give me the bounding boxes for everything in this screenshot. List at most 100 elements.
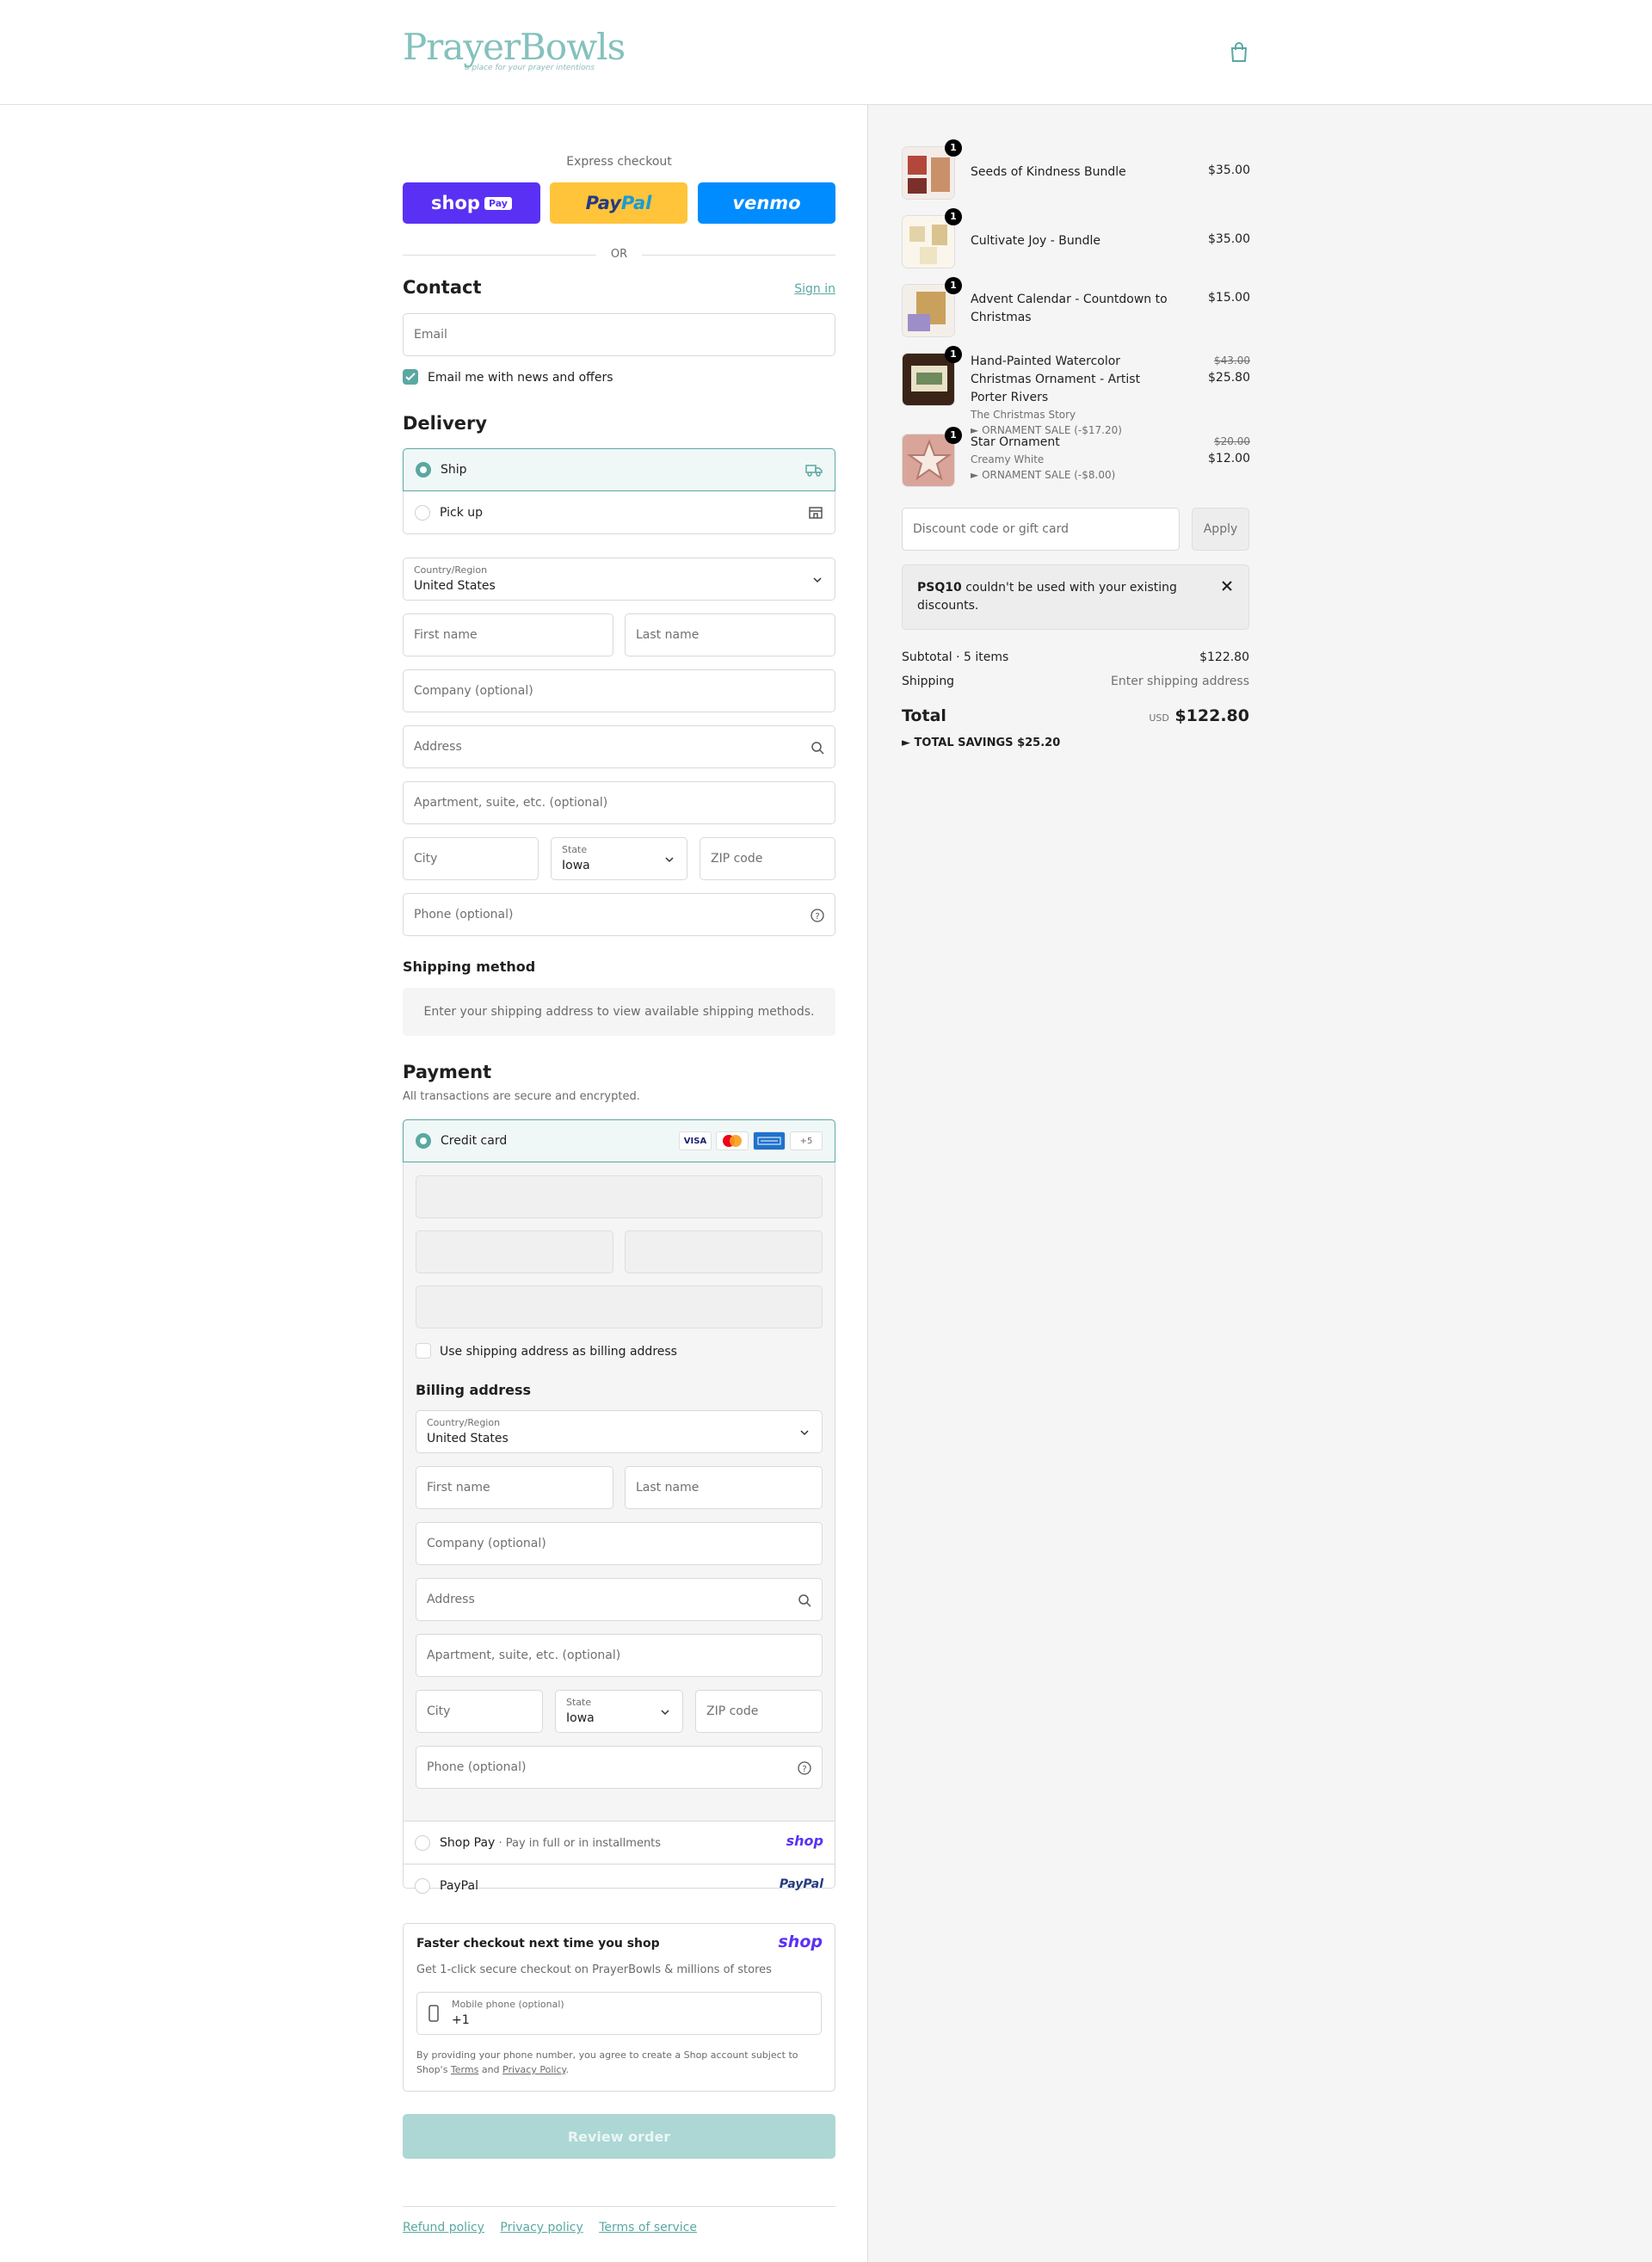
billing-country-select[interactable]: Country/Region United States xyxy=(416,1410,823,1453)
billing-zip-field[interactable]: ZIP code xyxy=(695,1690,823,1733)
item-name: Cultivate Joy - Bundle xyxy=(971,234,1101,248)
item-name: Star Ornament Creamy White ► ORNAMENT SA… xyxy=(971,434,1177,483)
privacy-link[interactable]: Privacy Policy xyxy=(502,2064,565,2075)
shipping-method-title: Shipping method xyxy=(403,958,536,975)
paypal-logo: PayPal xyxy=(779,1877,823,1891)
billing-first-name-field[interactable]: First name xyxy=(416,1466,613,1509)
country-select[interactable]: Country/Region United States xyxy=(403,558,835,601)
paypal-button[interactable]: Pay Pal xyxy=(550,182,687,224)
payment-title: Payment xyxy=(403,1062,492,1082)
shop-pay-radio[interactable] xyxy=(415,1835,430,1851)
item-price: $35.00 xyxy=(1208,232,1250,246)
pickup-radio[interactable] xyxy=(415,505,430,521)
email-field[interactable]: Email xyxy=(403,313,835,356)
review-order-button[interactable]: Review order xyxy=(403,2114,835,2159)
footer-links: Refund policy Privacy policy Terms of se… xyxy=(403,2206,835,2234)
credit-card-option[interactable]: Credit card VISA +5 xyxy=(403,1119,835,1162)
news-checkbox[interactable] xyxy=(403,369,418,385)
first-name-field[interactable]: First name xyxy=(403,613,613,656)
amex-icon xyxy=(753,1131,786,1150)
venmo-button[interactable]: venmo xyxy=(698,182,835,224)
terms-link[interactable]: Terms xyxy=(451,2064,478,2075)
paypal-option[interactable]: PayPal PayPal xyxy=(403,1864,835,1907)
cart-item: 1 Advent Calendar - Countdown to Christm… xyxy=(902,277,1250,344)
discount-code-field[interactable]: Discount code or gift card xyxy=(902,508,1180,551)
zip-field[interactable]: ZIP code xyxy=(700,837,835,880)
use-shipping-checkbox[interactable] xyxy=(416,1343,431,1359)
billing-apartment-field[interactable]: Apartment, suite, etc. (optional) xyxy=(416,1634,823,1677)
refund-policy-link[interactable]: Refund policy xyxy=(403,2221,484,2234)
quantity-badge: 1 xyxy=(945,277,962,294)
shop-pay-button[interactable]: shop Pay xyxy=(403,182,540,224)
more-cards-badge: +5 xyxy=(790,1131,823,1150)
state-select[interactable]: State Iowa xyxy=(551,837,687,880)
pickup-option[interactable]: Pick up xyxy=(403,491,835,534)
billing-city-field[interactable]: City xyxy=(416,1690,543,1733)
apartment-field[interactable]: Apartment, suite, etc. (optional) xyxy=(403,781,835,824)
billing-state-select[interactable]: State Iowa xyxy=(555,1690,683,1733)
shop-logo: shop xyxy=(786,1833,823,1849)
tag-icon: ► xyxy=(971,469,979,481)
truck-icon xyxy=(805,463,823,480)
city-field[interactable]: City xyxy=(403,837,539,880)
help-icon[interactable]: ? xyxy=(811,909,824,922)
payment-subtitle: All transactions are secure and encrypte… xyxy=(403,1090,640,1103)
mastercard-icon xyxy=(716,1131,749,1150)
item-price: $12.00 xyxy=(1208,452,1250,465)
billing-company-field[interactable]: Company (optional) xyxy=(416,1522,823,1565)
tag-icon: ► xyxy=(902,737,910,749)
close-icon[interactable] xyxy=(1221,579,1233,595)
paypal-radio[interactable] xyxy=(415,1878,430,1894)
quantity-badge: 1 xyxy=(945,208,962,225)
shop-logo: shop xyxy=(778,1932,823,1951)
shopping-bag-icon[interactable] xyxy=(1229,41,1249,64)
pickup-label: Pick up xyxy=(440,506,484,520)
apply-button[interactable]: Apply xyxy=(1192,508,1249,551)
total-row: Total USD $122.80 xyxy=(902,706,1249,725)
quantity-badge: 1 xyxy=(945,427,962,444)
ship-option[interactable]: Ship xyxy=(403,448,835,491)
card-name-field[interactable] xyxy=(416,1285,823,1328)
billing-address-field[interactable]: Address xyxy=(416,1578,823,1621)
item-old-price: $20.00 xyxy=(1214,435,1250,447)
cart-item: 1 Star Ornament Creamy White ► ORNAMENT … xyxy=(902,427,1250,494)
mobile-phone-field[interactable]: Mobile phone (optional) +1 xyxy=(416,1992,822,2035)
card-expiry-field[interactable] xyxy=(416,1230,613,1273)
news-label: Email me with news and offers xyxy=(428,371,613,385)
credit-card-radio[interactable] xyxy=(416,1133,431,1149)
cart-item: 1 Cultivate Joy - Bundle $35.00 xyxy=(902,208,1250,275)
search-icon xyxy=(811,741,824,755)
billing-last-name-field[interactable]: Last name xyxy=(625,1466,823,1509)
item-variant: The Christmas Story xyxy=(971,409,1076,421)
sign-in-link[interactable]: Sign in xyxy=(794,282,835,296)
cart-item: 1 Seeds of Kindness Bundle $35.00 xyxy=(902,139,1250,206)
shop-pay-label: Shop Pay xyxy=(440,1836,496,1850)
phone-field[interactable]: Phone (optional) ? xyxy=(403,893,835,936)
card-cvv-field[interactable] xyxy=(625,1230,823,1273)
ship-radio[interactable] xyxy=(416,462,431,478)
shipping-row: Shipping Enter shipping address xyxy=(902,675,1249,688)
credit-card-label: Credit card xyxy=(441,1134,508,1148)
express-checkout-title: Express checkout xyxy=(566,155,672,169)
brand-logo[interactable]: PrayerBowls a place for your prayer inte… xyxy=(403,28,626,76)
company-field[interactable]: Company (optional) xyxy=(403,669,835,712)
billing-title: Billing address xyxy=(416,1382,532,1398)
store-icon xyxy=(808,506,823,523)
terms-of-service-link[interactable]: Terms of service xyxy=(599,2221,697,2234)
contact-title: Contact xyxy=(403,277,482,298)
cart-item: 1 Hand-Painted Watercolor Christmas Orna… xyxy=(902,346,1250,436)
quantity-badge: 1 xyxy=(945,346,962,363)
last-name-field[interactable]: Last name xyxy=(625,613,835,656)
chevron-down-icon xyxy=(663,853,676,866)
shop-pay-option[interactable]: Shop Pay · Pay in full or in installment… xyxy=(403,1821,835,1864)
help-icon[interactable]: ? xyxy=(798,1761,811,1775)
billing-phone-field[interactable]: Phone (optional) ? xyxy=(416,1746,823,1789)
item-old-price: $43.00 xyxy=(1214,354,1250,367)
shop-legal-text: By providing your phone number, you agre… xyxy=(416,2049,798,2075)
subtotal-row: Subtotal · 5 items $122.80 xyxy=(902,650,1249,664)
privacy-policy-link[interactable]: Privacy policy xyxy=(500,2221,583,2234)
mobile-phone-icon xyxy=(428,2005,439,2025)
address-field[interactable]: Address xyxy=(403,725,835,768)
item-discount: ► ORNAMENT SALE (-$8.00) xyxy=(971,469,1116,481)
card-number-field[interactable] xyxy=(416,1175,823,1218)
